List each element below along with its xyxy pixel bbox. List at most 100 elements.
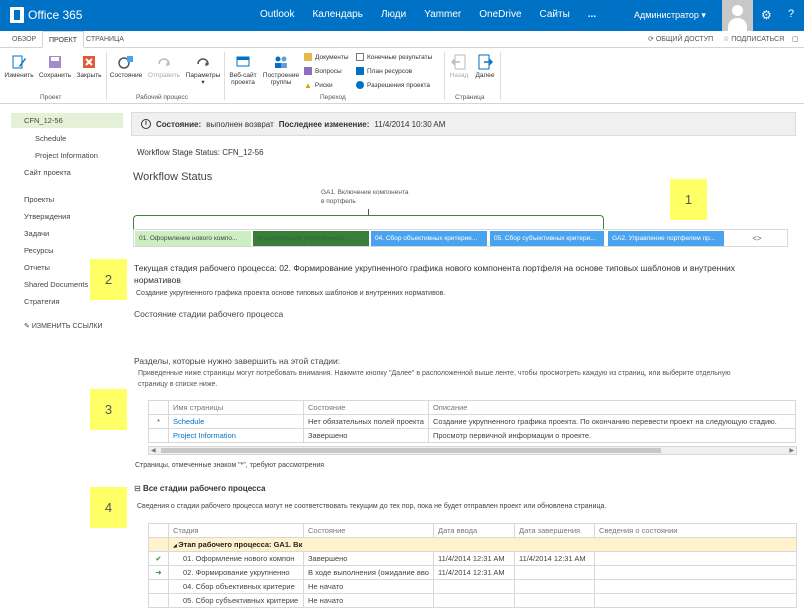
ribbon-divider [224,52,225,100]
next-button[interactable]: Далее [473,54,497,79]
col-entered[interactable]: Дата ввода [432,523,515,538]
nav-onedrive[interactable]: OneDrive [479,9,521,20]
nav-item-tasks[interactable]: Задачи [24,229,49,238]
share-button[interactable]: ⟳ ОБЩИЙ ДОСТУП [648,35,713,43]
stage-ga2[interactable]: GA2. Управление портфелем пр... [608,231,724,246]
status-button[interactable]: Состояние [108,54,144,79]
documents-link[interactable]: Документы [304,53,349,61]
nav-more[interactable]: ... [588,9,596,20]
issues-link[interactable]: Вопросы [304,67,342,75]
nav-item-strategy[interactable]: Стратегия [24,297,60,306]
avatar[interactable] [722,0,753,31]
sections-title: Разделы, которые нужно завершить на этой… [134,356,341,366]
permissions-label: Разрешения проекта [367,81,431,89]
col-page-name[interactable]: Имя страницы [168,400,304,415]
entered-cell: 11/4/2014 12:31 AM [432,565,515,580]
gear-icon[interactable]: ⚙ [761,8,772,22]
status-value: выполнен возврат [206,119,274,129]
phase-row[interactable]: ◢ Этап рабочего процесса: GA1. Вк [148,537,797,552]
page-link-schedule[interactable]: Schedule [168,414,304,429]
current-stage-description: Создание укрупненного графика проекта ос… [136,290,446,297]
page-link-project-information[interactable]: Project Information [168,428,304,443]
nav-item-project-information[interactable]: Project Information [35,151,98,160]
deliverables-link[interactable]: Конечные результаты [356,53,432,61]
horizontal-scrollbar[interactable]: ◀ ▶ [148,446,797,455]
sections-table: Имя страницы Состояние Описание * Schedu… [148,400,797,443]
col-icon [148,523,169,538]
pencil-icon: ✎ [24,323,32,330]
nav-item-project-site[interactable]: Сайт проекта [24,168,71,177]
collapse-icon[interactable]: ⊟ [134,484,143,493]
resource-plan-link[interactable]: План ресурсов [356,67,412,75]
nav-item-resources[interactable]: Ресурсы [24,246,54,255]
col-stage[interactable]: Стадия [168,523,304,538]
back-button[interactable]: Назад [448,54,470,79]
stage-05[interactable]: 05. Сбор субъективных критери... [490,231,604,246]
close-label: Закрыть [76,72,102,79]
nav-item-project[interactable]: CFN_12-56 [24,116,63,125]
scroll-left-icon[interactable]: ◀ [151,447,156,454]
params-button[interactable]: Параметры ▾ [184,54,222,86]
nav-item-projects[interactable]: Проекты [24,195,54,204]
user-menu[interactable]: Администратор ▾ [634,10,706,21]
issues-label: Вопросы [315,67,342,75]
stage-01[interactable]: 01. Оформление нового компо... [135,231,251,246]
ribbon-tabs: ОБЗОР ПРОЕКТ СТРАНИЦА ⟳ ОБЩИЙ ДОСТУП ☆ П… [0,31,804,48]
stage-cell: 04. Сбор объективных критерие [168,579,304,594]
nav-calendar[interactable]: Календарь [312,9,362,20]
sections-note: Страницы, отмеченные знаком "*", требуют… [135,462,325,469]
completed-cell [513,593,595,608]
group-label-navigate: Переход [320,94,346,101]
risks-label: Риски [314,82,333,89]
nav-yammer[interactable]: Yammer [424,9,461,20]
stage-state-cell: В ходе выполнения (ожидание вво [303,565,434,580]
project-site-button[interactable]: Веб-сайт проекта [226,54,260,86]
scroll-right-icon[interactable]: ▶ [789,447,794,454]
submit-icon [158,58,170,66]
status-icon [118,56,133,69]
tab-page[interactable]: СТРАНИЦА [80,31,130,48]
help-icon[interactable]: ? [788,8,794,20]
nav-item-approvals[interactable]: Утверждения [24,212,70,221]
submit-label: Отправить [147,72,181,79]
nav-sites[interactable]: Сайты [540,9,570,20]
stage-02-current[interactable]: Формирование укрупненного... [253,231,369,246]
row-description: Создание укрупненного графика проекта. П… [427,414,797,429]
follow-button[interactable]: ☆ ПОДПИСАТЬСЯ [723,35,784,43]
close-icon [83,56,95,68]
col-completed[interactable]: Дата завершения [513,523,595,538]
stage-state-title: Состояние стадии рабочего процесса [134,309,284,319]
all-stages-header[interactable]: ⊟ Все стадии рабочего процесса [134,484,266,493]
col-state[interactable]: Состояние [303,400,429,415]
office365-brand[interactable]: Office 365 [10,7,82,23]
tab-project[interactable]: ПРОЕКТ [42,31,85,48]
scrollbar-thumb[interactable] [161,448,661,453]
col-description[interactable]: Описание [427,400,797,415]
edit-button[interactable]: Изменить [4,54,34,79]
entered-cell [432,579,515,594]
nav-people[interactable]: Люди [381,9,406,20]
col-info[interactable]: Сведения о состоянии [593,523,798,538]
all-stages-desc: Сведения о стадии рабочего процесса могу… [137,503,607,510]
submit-button[interactable]: Отправить [145,54,183,79]
close-button[interactable]: Закрыть [75,54,103,79]
stage-scroll-button[interactable]: <> [727,231,787,246]
stage-04[interactable]: 04. Сбор объективных критерие... [371,231,487,246]
risks-link[interactable]: ▲ Риски [304,81,333,90]
col-stage-state[interactable]: Состояние [303,523,434,538]
focus-icon[interactable]: ▢ [792,35,799,43]
tab-browse[interactable]: ОБЗОР [6,31,42,48]
nav-item-reports[interactable]: Отчеты [24,263,50,272]
documents-label: Документы [315,53,349,61]
build-team-button[interactable]: Построение группы [261,54,301,86]
edit-links-button[interactable]: ✎ ИЗМЕНИТЬ ССЫЛКИ [24,322,102,330]
phase-label-line2: в портфель [321,198,356,205]
stage-cell: 02. Формирование укрупненно [168,565,304,580]
build-team-label-1: Построение [262,72,300,79]
nav-outlook[interactable]: Outlook [260,9,294,20]
nav-item-shared-documents[interactable]: Shared Documents [24,280,88,289]
save-button[interactable]: Сохранить [38,54,72,79]
permissions-link[interactable]: Разрешения проекта [356,81,430,89]
info-icon: i [141,119,151,129]
nav-item-schedule[interactable]: Schedule [35,134,66,143]
